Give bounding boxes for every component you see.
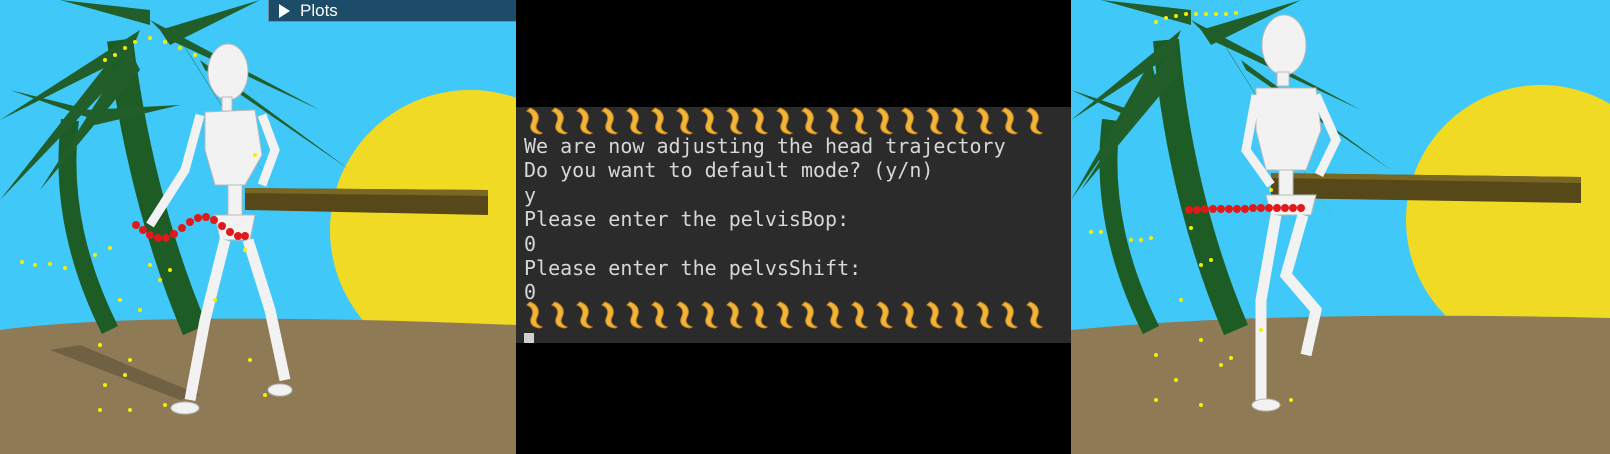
leg-emoji	[799, 107, 821, 135]
terminal-line-5: 0	[524, 232, 537, 256]
terminal-line-1: We are now adjusting the head trajectory	[524, 134, 1006, 158]
leg-emoji	[624, 107, 646, 135]
leg-emoji	[799, 301, 821, 329]
leg-emoji	[999, 301, 1021, 329]
terminal-line-2: Do you want to default mode? (y/n)	[524, 158, 934, 182]
terminal-cursor	[524, 333, 534, 343]
leg-emoji	[774, 107, 796, 135]
right-scene-render	[1071, 0, 1610, 454]
left-3d-viewport[interactable]: Plots	[0, 0, 516, 454]
leg-emoji	[599, 107, 621, 135]
terminal-line-4: Please enter the pelvisBop:	[524, 207, 850, 231]
leg-emoji	[599, 301, 621, 329]
leg-emoji	[949, 301, 971, 329]
emoji-row-bottom	[524, 301, 1046, 331]
leg-emoji	[849, 107, 871, 135]
leg-emoji	[974, 301, 996, 329]
leg-emoji	[524, 301, 546, 329]
emoji-row-top	[524, 107, 1046, 137]
leg-emoji	[849, 301, 871, 329]
leg-emoji	[724, 301, 746, 329]
terminal-window[interactable]: We are now adjusting the head trajectory…	[516, 0, 1071, 454]
leg-emoji	[1024, 107, 1046, 135]
leg-emoji	[649, 107, 671, 135]
leg-emoji	[824, 107, 846, 135]
leg-emoji	[1024, 301, 1046, 329]
leg-emoji	[874, 301, 896, 329]
plots-label: Plots	[300, 0, 338, 20]
leg-emoji	[674, 107, 696, 135]
leg-emoji	[774, 301, 796, 329]
ground	[1071, 315, 1610, 454]
plots-panel-toggle[interactable]: Plots	[268, 0, 516, 22]
leg-emoji	[924, 107, 946, 135]
leg-emoji	[699, 301, 721, 329]
left-scene-render	[0, 0, 516, 454]
leg-emoji	[899, 107, 921, 135]
leg-emoji	[549, 107, 571, 135]
leg-emoji	[874, 107, 896, 135]
leg-emoji	[549, 301, 571, 329]
leg-emoji	[949, 107, 971, 135]
terminal-line-3: y	[524, 183, 537, 207]
leg-emoji	[649, 301, 671, 329]
terminal-line-6: Please enter the pelvsShift:	[524, 256, 862, 280]
expand-triangle-icon	[279, 3, 290, 18]
leg-emoji	[749, 107, 771, 135]
leg-emoji	[974, 107, 996, 135]
leg-emoji	[574, 301, 596, 329]
leg-emoji	[524, 107, 546, 135]
leg-emoji	[749, 301, 771, 329]
leg-emoji	[674, 301, 696, 329]
leg-emoji	[824, 301, 846, 329]
leg-emoji	[574, 107, 596, 135]
ground	[0, 318, 516, 454]
leg-emoji	[899, 301, 921, 329]
leg-emoji	[724, 107, 746, 135]
leg-emoji	[699, 107, 721, 135]
leg-emoji	[624, 301, 646, 329]
terminal-output[interactable]: We are now adjusting the head trajectory…	[516, 107, 1071, 343]
leg-emoji	[999, 107, 1021, 135]
leg-emoji	[924, 301, 946, 329]
right-3d-viewport[interactable]	[1071, 0, 1610, 454]
